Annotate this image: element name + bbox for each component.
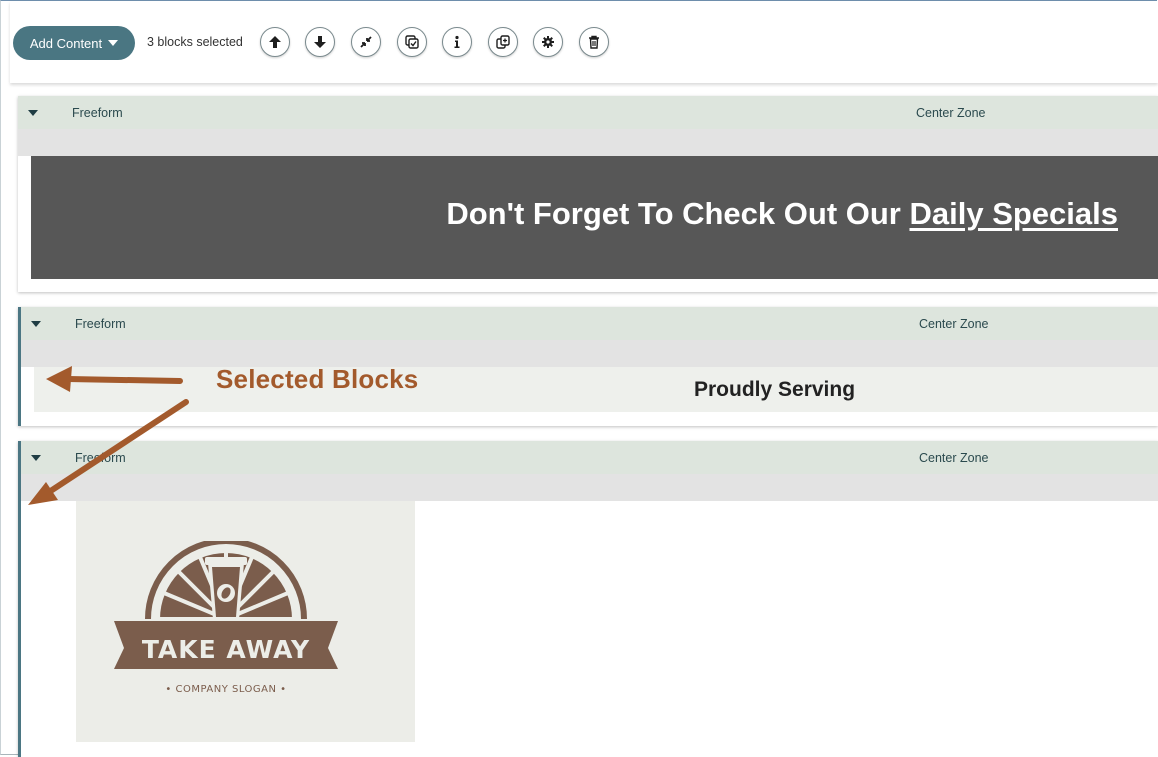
duplicate-icon <box>496 35 510 49</box>
selected-blocks-annotation: Selected Blocks <box>216 364 419 394</box>
logo-slogan: • COMPANY SLOGAN • <box>165 684 286 695</box>
block-zone-label: Center Zone <box>919 451 989 465</box>
delete-button[interactable] <box>579 27 609 57</box>
arrow-up-icon <box>269 36 281 48</box>
proudly-serving-text: Proudly Serving <box>694 378 856 401</box>
block-type-label: Freeform <box>75 317 126 331</box>
block-subheader <box>21 474 1158 501</box>
add-content-button[interactable]: Add Content <box>13 26 135 60</box>
content-block-logo[interactable]: Freeform Center Zone TAKE AWAY • COMPANY… <box>18 441 1158 757</box>
caret-down-icon[interactable] <box>31 321 41 327</box>
block-type-label: Freeform <box>75 451 126 465</box>
specials-banner: Don't Forget To Check Out Our Daily Spec… <box>31 156 1158 279</box>
content-block-banner[interactable]: Freeform Center Zone Don't Forget To Che… <box>18 96 1158 292</box>
block-zone-label: Center Zone <box>919 317 989 331</box>
gear-icon <box>542 36 554 48</box>
add-content-label: Add Content <box>29 35 103 51</box>
settings-button[interactable] <box>533 27 563 57</box>
block-type-label: Freeform <box>72 106 123 120</box>
arrow-down-icon <box>314 36 326 48</box>
coffee-logo-icon: TAKE AWAY • COMPANY SLOGAN • <box>114 541 338 695</box>
move-up-button[interactable] <box>260 27 290 57</box>
block-header: Freeform Center Zone <box>21 307 1158 340</box>
block-zone-label: Center Zone <box>916 106 986 120</box>
banner-text-prefix: Don't Forget To Check Out Our <box>446 196 910 231</box>
block-subheader <box>21 340 1158 367</box>
select-all-button[interactable] <box>397 27 427 57</box>
content-block-proudly-serving[interactable]: Freeform Center Zone Proudly Serving <box>18 307 1158 426</box>
block-subheader <box>18 129 1158 156</box>
trash-icon <box>589 35 599 49</box>
block-header: Freeform Center Zone <box>18 96 1158 129</box>
info-button[interactable] <box>442 27 472 57</box>
block-header: Freeform Center Zone <box>21 441 1158 474</box>
collapse-arrows-icon <box>360 36 372 48</box>
caret-down-icon[interactable] <box>28 110 38 116</box>
checkbox-copy-icon <box>405 35 419 49</box>
page-builder-canvas: Add Content 3 blocks selected Freeform C… <box>0 0 1158 757</box>
daily-specials-link[interactable]: Daily Specials <box>909 196 1118 231</box>
banner-text: Don't Forget To Check Out Our Daily Spec… <box>446 196 1118 232</box>
selection-toolbar: Add Content 3 blocks selected <box>10 1 1158 83</box>
logo-title: TAKE AWAY <box>142 635 310 664</box>
proudly-serving-row: Proudly Serving <box>34 367 1158 412</box>
caret-down-icon[interactable] <box>31 455 41 461</box>
selection-count: 3 blocks selected <box>147 35 243 49</box>
collapse-button[interactable] <box>351 27 381 57</box>
take-away-logo: TAKE AWAY • COMPANY SLOGAN • <box>76 501 415 742</box>
move-down-button[interactable] <box>305 27 335 57</box>
caret-down-icon <box>108 40 119 46</box>
info-icon <box>454 35 460 48</box>
duplicate-button[interactable] <box>488 27 518 57</box>
